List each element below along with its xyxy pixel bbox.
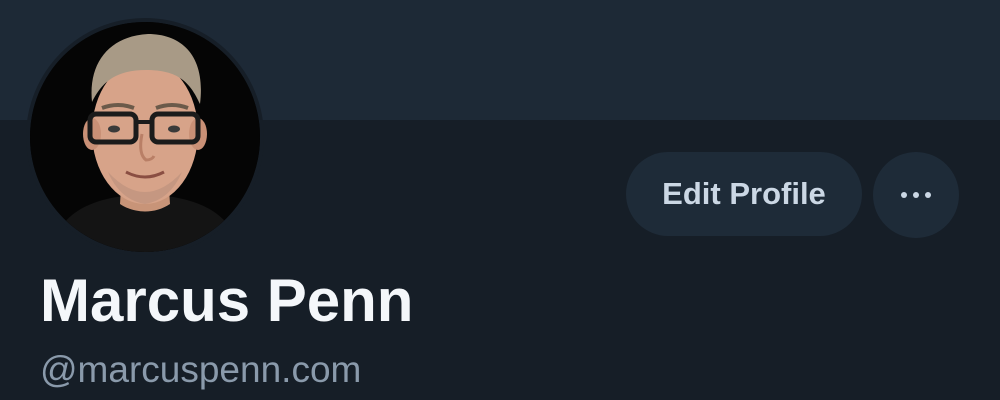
user-handle: @marcuspenn.com (40, 349, 362, 390)
more-options-button[interactable] (873, 152, 959, 238)
avatar[interactable] (30, 22, 260, 252)
display-name: Marcus Penn (40, 267, 414, 334)
profile-header: Edit Profile Marcus Penn @marcuspenn.com (0, 0, 1000, 400)
dot (925, 192, 931, 198)
edit-profile-label: Edit Profile (662, 176, 826, 211)
edit-profile-button[interactable]: Edit Profile (626, 152, 862, 236)
dot (913, 192, 919, 198)
avatar-photo-icon (30, 22, 260, 252)
more-horizontal-icon (901, 192, 931, 198)
dot (901, 192, 907, 198)
